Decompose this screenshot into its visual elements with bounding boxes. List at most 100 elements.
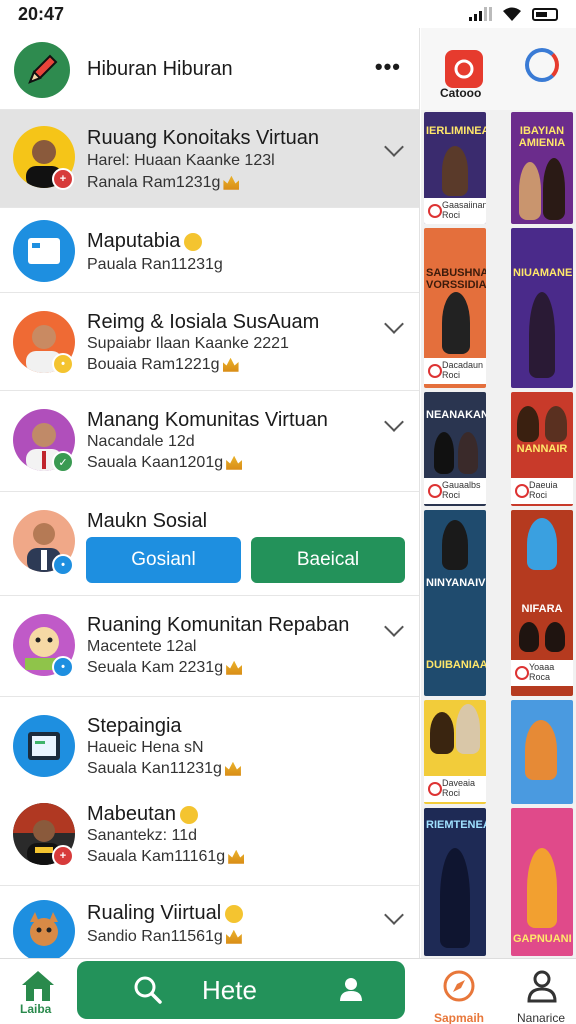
- tile-figure: [545, 622, 565, 652]
- list-item-meta: Paual­a Ran11231g: [87, 256, 223, 273]
- profile-icon[interactable]: [337, 975, 365, 1003]
- tile-title: NANNAIR: [516, 443, 568, 455]
- more-options-button[interactable]: •••: [375, 54, 401, 80]
- list-item-title: Stepaingia: [87, 715, 182, 737]
- tile-title: GAPNUANI: [513, 933, 572, 945]
- list-item-meta: Bouaia Ram1221g: [87, 356, 239, 374]
- media-tile[interactable]: NIUAMANE: [511, 228, 573, 388]
- tile-title: NEANAKAN: [426, 409, 486, 421]
- nav-explore-button[interactable]: Sapmaih: [434, 967, 484, 1024]
- status-icons: [469, 6, 558, 22]
- tile-figure: [519, 622, 539, 652]
- media-panel: Catooo IERLIMINEAI Gaasaiinan Roci IBAYI…: [421, 28, 576, 958]
- tile-title: DUIBANIAAL: [426, 659, 486, 671]
- list-item-meta-text: Bouaia Ram1221g: [87, 356, 220, 373]
- tile-caption: Daveaia Roci: [424, 776, 486, 802]
- tile-figure: [442, 520, 468, 570]
- tile-title: NIFARA: [521, 603, 563, 615]
- chevron-down-icon[interactable]: [384, 617, 404, 637]
- media-tile[interactable]: NANNAIR Daeuia Roci: [511, 392, 573, 506]
- list-item[interactable]: Rualing Viirtual Sandio Ran11561g: [0, 886, 419, 958]
- list-item-title: Maputabia: [87, 230, 203, 253]
- media-tile[interactable]: NIFARA Yoaaa Roca: [511, 510, 573, 696]
- list-item-title: Ruaning Komunitan Repaban: [87, 614, 350, 636]
- media-tile[interactable]: IERLIMINEAI Gaasaiinan Roci: [424, 112, 486, 224]
- media-tile[interactable]: NEANAKAN Gauaalbs Roci: [424, 392, 486, 506]
- media-tile[interactable]: NINYANAIV DUIBANIAAL: [424, 510, 486, 696]
- tile-figure: [529, 292, 555, 378]
- chevron-down-icon[interactable]: [384, 412, 404, 432]
- list-item-meta: Sauala Kam11161g: [87, 848, 245, 866]
- list-item[interactable]: • Reimg & Iosiala Sus­Auam Supaiabr Ilaa…: [0, 293, 419, 391]
- tile-figure: [527, 518, 557, 570]
- chevron-down-icon[interactable]: [384, 314, 404, 334]
- tablet-icon: [28, 732, 60, 760]
- crown-icon: [224, 761, 241, 776]
- status-badge: •: [52, 353, 74, 375]
- list-item-meta-text: Sauala Kaan1201g: [87, 454, 224, 471]
- nav-profile-label: Nanarice: [517, 1011, 566, 1024]
- list-item-title: Ruuang Konoitaks Virtuan: [87, 127, 320, 149]
- crown-icon: [223, 175, 240, 190]
- list-item[interactable]: • Ruaning Komunitan Repaban Macentete 12…: [0, 596, 419, 697]
- chat-window-icon: [28, 238, 60, 264]
- list-item[interactable]: ✓ Manang Komunitas Virtuan Nacandale 12d…: [0, 391, 419, 492]
- avatar: [13, 715, 75, 777]
- chat-list-panel: Hiburan Hiburan ••• + Ruuang Konoitaks V…: [0, 28, 420, 958]
- secondary-action-button[interactable]: Baeical: [251, 537, 405, 583]
- story-ring-icon[interactable]: [525, 48, 559, 82]
- list-item[interactable]: + Ruuang Konoitaks Virtuan Harel: Huaan …: [0, 110, 419, 208]
- list-item-title: Rualing Viirtual: [87, 902, 244, 925]
- media-tile[interactable]: [511, 700, 573, 804]
- nav-home-label: Laiba: [20, 1002, 52, 1016]
- tile-figure: [442, 146, 468, 196]
- list-item-title-text: Rualing Viirtual: [87, 902, 222, 924]
- tile-figure: [517, 406, 539, 442]
- list-item-meta-text: Sandio Ran11561g: [87, 928, 223, 945]
- list-item-subtitle: Haueic Hena sN: [87, 739, 204, 756]
- search-label: Hete: [202, 975, 257, 1005]
- crown-icon: [228, 849, 245, 864]
- media-tile[interactable]: GAPNUANI: [511, 808, 573, 956]
- tile-figure: [545, 406, 567, 442]
- list-item[interactable]: Maputabia Paual­a Ran11231g: [0, 208, 419, 293]
- list-item-meta-text: Seuala Kam 2231g: [87, 659, 224, 676]
- status-bar: 20:47: [0, 0, 576, 28]
- person-icon: [527, 970, 557, 1003]
- list-item-meta-text: Sauala Kan11231g: [87, 760, 222, 777]
- list-item[interactable]: Stepaingia Haueic Hena sN Sauala Kan1123…: [0, 697, 419, 791]
- home-icon: [22, 971, 54, 1001]
- tile-caption: Yoaaa Roca: [511, 660, 573, 686]
- tile-figure: [543, 158, 565, 220]
- nav-profile-button[interactable]: Nanarice: [517, 967, 566, 1024]
- primary-action-button[interactable]: Gosianl: [86, 537, 241, 583]
- category-label: Catooo: [440, 86, 482, 100]
- list-item-title: Reimg & Iosiala Sus­Auam: [87, 311, 320, 333]
- list-item-subtitle: Nacandale 12d: [87, 433, 195, 450]
- list-item[interactable]: • Maukn Sosial Gosianl Baeical: [0, 492, 419, 596]
- crown-icon: [226, 660, 243, 675]
- camera-icon[interactable]: [445, 50, 483, 88]
- status-time: 20:47: [18, 4, 65, 24]
- battery-icon: [532, 7, 558, 21]
- list-item[interactable]: + Mabeutan Sanantekz: 11d Sauala Kam1116…: [0, 791, 419, 886]
- status-badge: •: [52, 554, 74, 576]
- media-panel-header: Catooo: [421, 28, 576, 110]
- app-logo[interactable]: [14, 42, 70, 98]
- avatar: [13, 900, 75, 958]
- media-tile[interactable]: SABUSHNA VORSSIDIA Dacadaun Roci: [424, 228, 486, 388]
- chevron-down-icon[interactable]: [384, 905, 404, 925]
- tile-title: IBAYIAN AMIENIA: [518, 125, 566, 149]
- list-item-subtitle: Supaiabr Ilaan Kaanke 2221: [87, 335, 289, 352]
- tile-figure: [440, 848, 470, 948]
- list-item-title: Manang Komunitas Virtuan: [87, 409, 328, 431]
- media-tile[interactable]: Daveaia Roci: [424, 700, 486, 804]
- tile-figure: [442, 292, 470, 354]
- media-tile[interactable]: IBAYIAN AMIENIA: [511, 112, 573, 224]
- list-header: Hiburan Hiburan •••: [0, 28, 419, 110]
- media-tile[interactable]: RIEMTENEAI: [424, 808, 486, 956]
- tile-title: IERLIMINEAI: [426, 125, 486, 137]
- list-item-subtitle: Harel: Huaan Kaanke 123l: [87, 152, 275, 169]
- search-bar[interactable]: Hete: [77, 961, 405, 1019]
- chevron-down-icon[interactable]: [384, 137, 404, 157]
